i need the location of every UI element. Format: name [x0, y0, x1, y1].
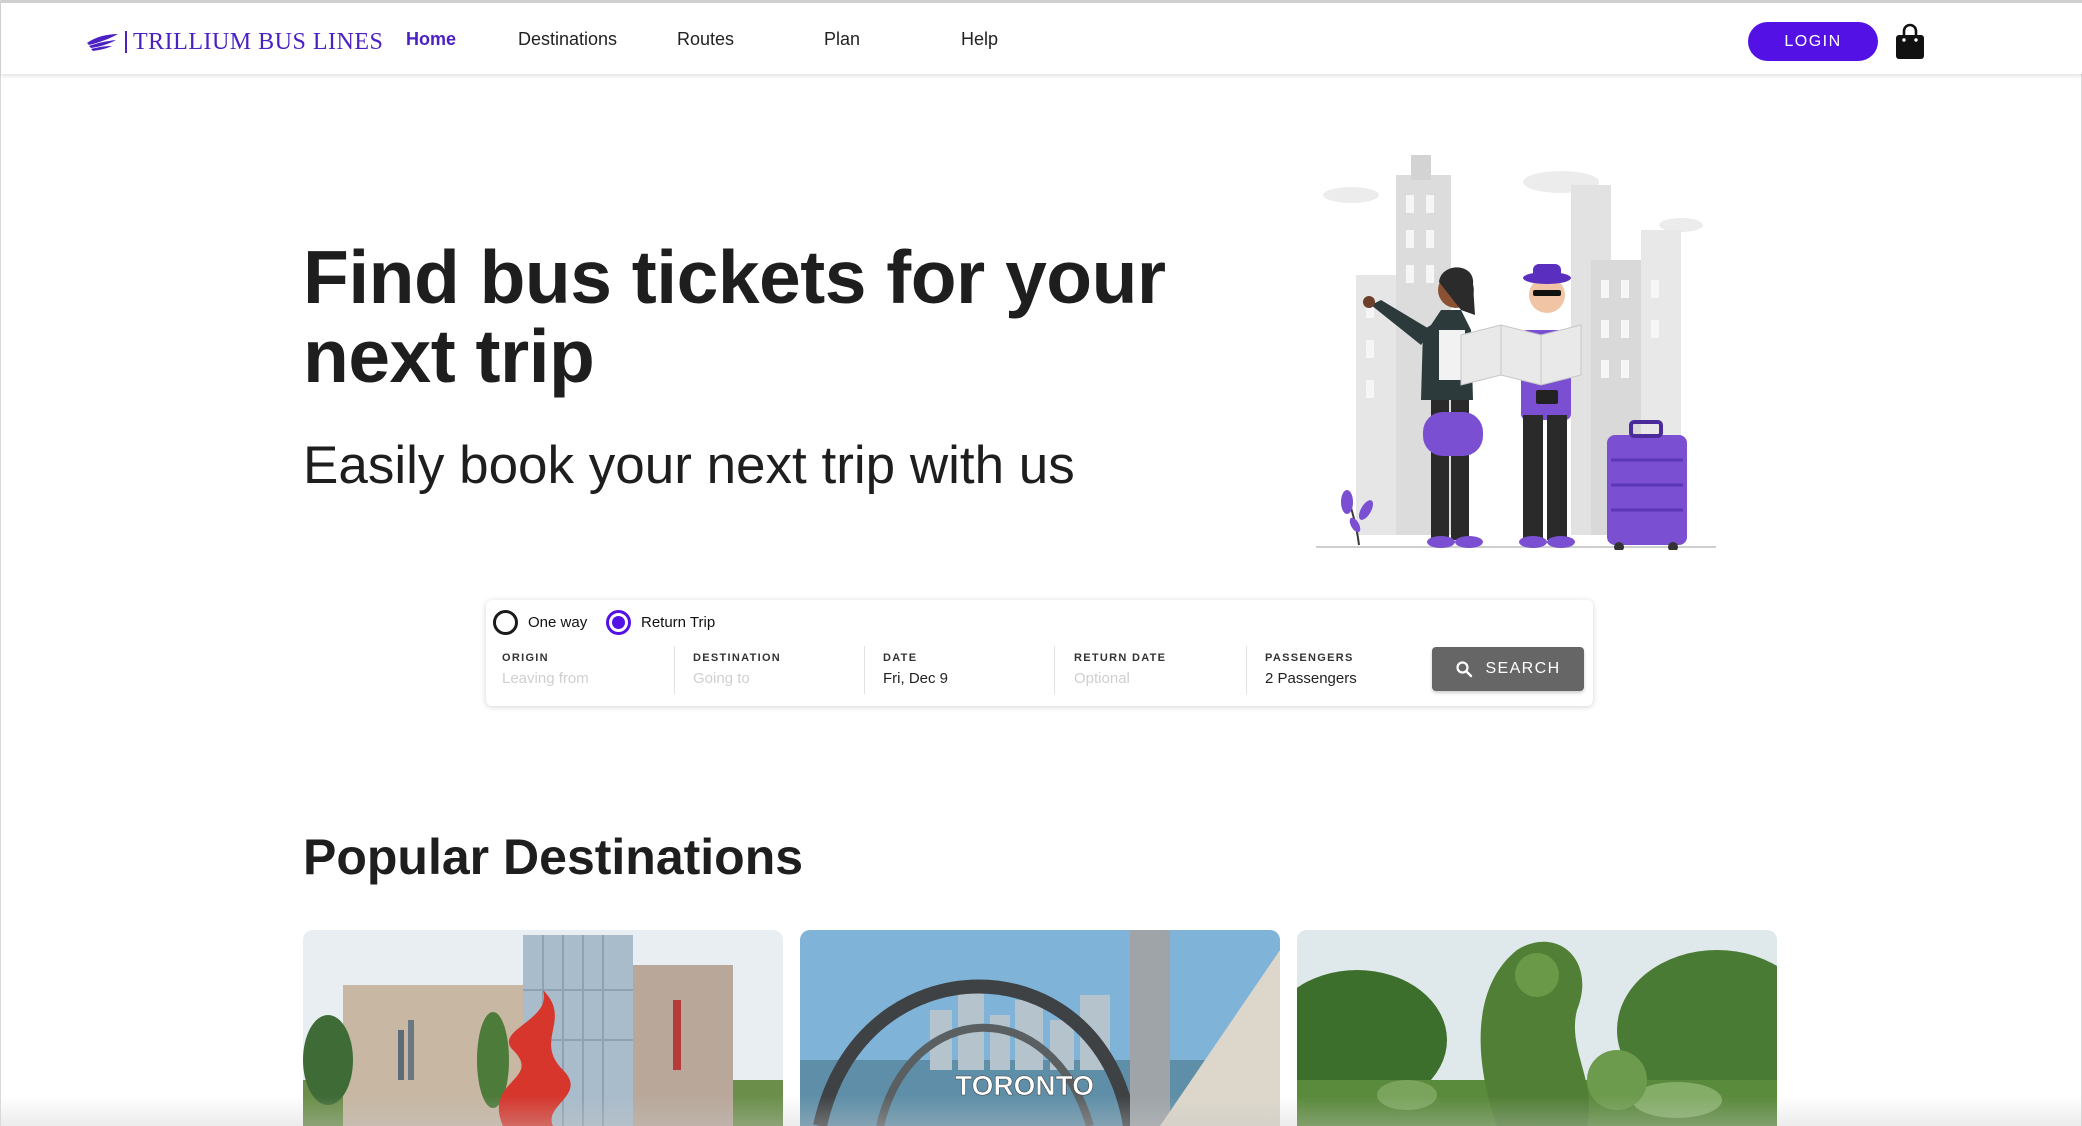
return-date-label: RETURN DATE	[1074, 652, 1167, 664]
passengers-field[interactable]: PASSENGERS 2 Passengers	[1249, 644, 1419, 694]
destination-label: DESTINATION	[693, 652, 782, 664]
radio-one-way-label: One way	[528, 614, 588, 631]
radio-return-trip-label: Return Trip	[641, 614, 716, 631]
return-date-field[interactable]: RETURN DATE Optional	[1058, 644, 1248, 694]
search-button[interactable]: SEARCH	[1432, 647, 1584, 691]
search-button-label: SEARCH	[1485, 660, 1561, 677]
return-date-input[interactable]: Optional	[1074, 670, 1248, 687]
field-divider	[1054, 646, 1055, 694]
field-divider	[674, 646, 675, 694]
passengers-label: PASSENGERS	[1265, 652, 1354, 664]
destination-image	[303, 930, 783, 1126]
destination-field[interactable]: DESTINATION Going to	[677, 644, 867, 694]
origin-input[interactable]: Leaving from	[502, 670, 676, 687]
page: TRILLIUM BUS LINES Home Destinations Rou…	[0, 0, 2082, 1126]
destination-card[interactable]: TORONTO	[800, 930, 1280, 1126]
date-field[interactable]: DATE Fri, Dec 9	[867, 644, 1057, 694]
radio-unchecked-icon	[493, 610, 518, 635]
popular-destinations-title: Popular Destinations	[303, 829, 804, 885]
radio-checked-icon	[606, 610, 631, 635]
destination-image: TORONTO	[800, 930, 1280, 1126]
date-label: DATE	[883, 652, 918, 664]
radio-return-trip[interactable]: Return Trip	[606, 610, 715, 635]
nav-plan[interactable]: Plan	[824, 29, 860, 50]
destination-input[interactable]: Going to	[693, 670, 867, 687]
top-navbar: TRILLIUM BUS LINES Home Destinations Rou…	[1, 0, 2082, 74]
trip-search-form: One way Return Trip ORIGIN Leaving from …	[486, 600, 1593, 706]
date-input[interactable]: Fri, Dec 9	[883, 670, 1057, 687]
brand-logo[interactable]: TRILLIUM BUS LINES	[85, 23, 383, 61]
travelers-illustration	[1316, 155, 1716, 550]
passengers-select[interactable]: 2 Passengers	[1265, 670, 1419, 687]
hero-title: Find bus tickets for your next trip	[303, 235, 1166, 398]
wing-logo-icon	[87, 34, 118, 51]
shopping-bag-icon[interactable]	[1894, 23, 1926, 61]
search-icon	[1456, 661, 1473, 678]
login-button[interactable]: LOGIN	[1748, 22, 1878, 61]
brand-name: TRILLIUM BUS LINES	[133, 28, 384, 55]
destination-card[interactable]	[303, 930, 783, 1126]
nav-routes[interactable]: Routes	[677, 29, 734, 50]
nav-home[interactable]: Home	[406, 29, 456, 50]
field-divider	[1246, 646, 1247, 694]
destination-card[interactable]	[1297, 930, 1777, 1126]
origin-field[interactable]: ORIGIN Leaving from	[486, 644, 676, 694]
nav-destinations[interactable]: Destinations	[518, 29, 617, 50]
brand-divider	[125, 31, 127, 53]
hero-subtitle: Easily book your next trip with us	[303, 436, 1075, 495]
nav-help[interactable]: Help	[961, 29, 998, 50]
radio-one-way[interactable]: One way	[493, 610, 587, 635]
origin-label: ORIGIN	[502, 652, 549, 664]
destination-image	[1297, 930, 1777, 1126]
svg-text:TORONTO: TORONTO	[955, 1070, 1094, 1101]
field-divider	[864, 646, 865, 694]
